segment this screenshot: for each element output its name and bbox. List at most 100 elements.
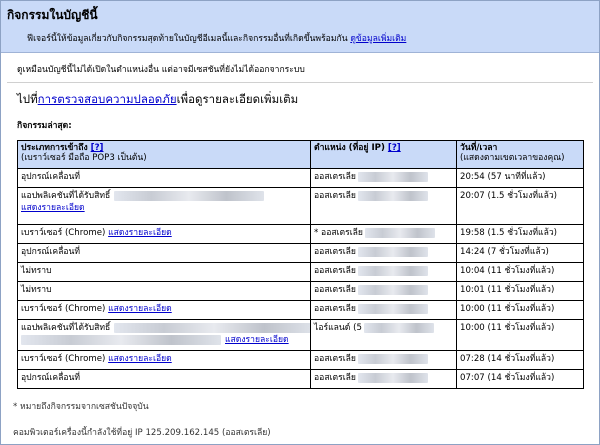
access-type: อุปกรณ์เคลื่อนที่ [21,373,81,383]
table-row: แอปพลิเคชันที่ได้รับสิทธิ์แสดงรายละเอียด… [17,187,584,225]
location-cell: ออสเตรเลีย [310,281,457,301]
table-row: เบราว์เซอร์ (Chrome) แสดงรายละเอียด * ออส… [17,224,584,244]
table-row: อุปกรณ์เคลื่อนที่ ออสเตรเลีย 14:24 (7 ชั่ว… [17,243,584,263]
location-cell: ออสเตรเลีย [310,243,457,263]
table-row: อุปกรณ์เคลื่อนที่ ออสเตรเลีย 20:54 (57 นาท… [17,168,584,188]
redacted-details [21,334,221,345]
security-prefix: ไปที่ [17,92,38,106]
content-area: ดูเหมือนบัญชีนี้ไม่ได้เปิดในตำแหน่งอื่น … [1,62,599,439]
redacted-ip [357,372,428,383]
table-row: แอปพลิเคชันที่ได้รับสิทธิ์แสดงรายละเอียด… [17,319,584,351]
access-type: แอปพลิเคชันที่ได้รับสิทธิ์ [21,191,111,201]
access-type: เบราว์เซอร์ (Chrome) [21,354,106,364]
access-type: อุปกรณ์เคลื่อนที่ [21,247,81,257]
redacted-ip [363,322,434,333]
table-header-row: ประเภทการเข้าถึง [?] (เบราว์เซอร์ มือถือ… [17,140,584,169]
activity-window: กิจกรรมในบัญชีนี้ ฟีเจอร์นี้ให้ข้อมูลเกี… [0,0,600,445]
time-cell: 07:28 (14 ชั่วโมงที่แล้ว) [456,350,584,370]
access-type-cell: อุปกรณ์เคลื่อนที่ [17,168,311,188]
time-cell: 10:01 (11 ชั่วโมงที่แล้ว) [456,281,584,301]
redacted-details [114,190,265,201]
current-session-note: * หมายถึงกิจกรรมจากเซสชันปัจจุบัน [13,402,149,412]
location-text: ออสเตรเลีย [314,285,356,295]
sessions-note: ดูเหมือนบัญชีนี้ไม่ได้เปิดในตำแหน่งอื่น … [17,65,305,75]
time-cell: 14:24 (7 ชั่วโมงที่แล้ว) [456,243,584,263]
access-type: อุปกรณ์เคลื่อนที่ [21,172,81,182]
location-text: ออสเตรเลีย [314,266,356,276]
table-row: ไม่ทราบ ออสเตรเลีย 10:04 (11 ชั่วโมงที่แล้… [17,262,584,282]
current-ip-line: คอมพิวเตอร์เครื่องนี้กำลังใช้ที่อยู่ IP … [13,428,271,438]
redacted-ip [357,171,428,182]
location-text: ออสเตรเลีย [314,247,356,257]
activity-table-body: อุปกรณ์เคลื่อนที่ ออสเตรเลีย 20:54 (57 นาท… [17,168,584,389]
location-cell: ออสเตรเลีย [310,187,457,225]
access-type: เบราว์เซอร์ (Chrome) [21,304,106,314]
location-cell: * ออสเตรเลีย [310,224,457,244]
time-cell: 07:07 (14 ชั่วโมงที่แล้ว) [456,369,584,389]
show-details-link[interactable]: แสดงรายละเอียด [108,228,172,238]
access-type-cell: แอปพลิเคชันที่ได้รับสิทธิ์แสดงรายละเอียด [17,187,311,225]
time-cell: 20:07 (1.5 ชั่วโมงที่แล้ว) [456,187,584,225]
location-cell: ออสเตรเลีย [310,168,457,188]
location-text: ออสเตรเลีย [314,191,356,201]
type-help-link[interactable]: [?] [91,143,104,153]
show-details-link[interactable]: แสดงรายละเอียด [108,354,172,364]
show-details-link[interactable]: แสดงรายละเอียด [225,335,289,345]
access-type: ไม่ทราบ [21,285,52,295]
location-text: ออสเตรเลีย [314,373,356,383]
table-row: ไม่ทราบ ออสเตรเลีย 10:01 (11 ชั่วโมงที่แล้… [17,281,584,301]
security-line: ไปที่การตรวจสอบความปลอดภัยเพื่อดูรายละเอ… [17,91,593,109]
location-text: ออสเตรเลีย [314,304,356,314]
column-header-time: วันที่/เวลา (แสดงตามเขตเวลาของคุณ) [456,140,584,169]
redacted-ip [357,303,428,314]
type-subheader: (เบราว์เซอร์ มือถือ POP3 เป็นต้น) [21,153,147,163]
column-header-location: ตำแหน่ง (ที่อยู่ IP) [?] [310,140,457,169]
activity-table: ประเภทการเข้าถึง [?] (เบราว์เซอร์ มือถือ… [17,140,584,389]
time-subheader: (แสดงตามเขตเวลาของคุณ) [460,153,565,163]
page-description: ฟีเจอร์นี้ให้ข้อมูลเกี่ยวกับกิจกรรมสุดท้… [27,31,593,45]
redacted-ip [357,353,428,364]
location-cell: ไอร์แลนด์ (5 [310,319,457,351]
location-cell: ออสเตรเลีย [310,262,457,282]
page-title: กิจกรรมในบัญชีนี้ [7,8,98,22]
table-row: เบราว์เซอร์ (Chrome) แสดงรายละเอียด ออสเต… [17,300,584,320]
show-details-link[interactable]: แสดงรายละเอียด [108,304,172,314]
redacted-ip [364,227,435,238]
table-row: เบราว์เซอร์ (Chrome) แสดงรายละเอียด ออสเต… [17,350,584,370]
location-text: ออสเตรเลีย [314,354,356,364]
access-type-cell: อุปกรณ์เคลื่อนที่ [17,243,311,263]
access-type-cell: ไม่ทราบ [17,262,311,282]
redacted-ip [357,284,428,295]
divider [7,82,593,83]
description-text: ฟีเจอร์นี้ให้ข้อมูลเกี่ยวกับกิจกรรมสุดท้… [27,34,348,44]
access-type-cell: เบราว์เซอร์ (Chrome) แสดงรายละเอียด [17,300,311,320]
recent-activity-label: กิจกรรมล่าสุด: [17,121,72,131]
security-checkup-link[interactable]: การตรวจสอบความปลอดภัย [38,92,177,106]
location-help-link[interactable]: [?] [388,143,401,153]
more-info-link[interactable]: ดูข้อมูลเพิ่มเติม [350,34,406,44]
access-type-cell: เบราว์เซอร์ (Chrome) แสดงรายละเอียด [17,224,311,244]
redacted-ip [357,265,428,276]
access-type: แอปพลิเคชันที่ได้รับสิทธิ์ [21,323,111,333]
access-type: เบราว์เซอร์ (Chrome) [21,228,106,238]
location-text: ออสเตรเลีย [314,172,356,182]
location-cell: ออสเตรเลีย [310,300,457,320]
show-details-link[interactable]: แสดงรายละเอียด [21,203,85,213]
time-cell: 10:00 (11 ชั่วโมงที่แล้ว) [456,300,584,320]
table-row: อุปกรณ์เคลื่อนที่ ออสเตรเลีย 07:07 (14 ชั่… [17,369,584,389]
location-text: ไอร์แลนด์ (5 [314,323,362,333]
access-type-cell: ไม่ทราบ [17,281,311,301]
security-suffix: เพื่อดูรายละเอียดเพิ่มเติม [176,92,299,106]
time-cell: 20:54 (57 นาทีที่แล้ว) [456,168,584,188]
column-header-type: ประเภทการเข้าถึง [?] (เบราว์เซอร์ มือถือ… [17,140,311,169]
location-text: * ออสเตรเลีย [314,228,363,238]
access-type-cell: เบราว์เซอร์ (Chrome) แสดงรายละเอียด [17,350,311,370]
time-cell: 19:58 (1.5 ชั่วโมงที่แล้ว) [456,224,584,244]
redacted-ip [357,190,428,201]
redacted-details [114,322,310,333]
time-cell: 10:04 (11 ชั่วโมงที่แล้ว) [456,262,584,282]
location-cell: ออสเตรเลีย [310,350,457,370]
time-cell: 10:00 (11 ชั่วโมงที่แล้ว) [456,319,584,351]
redacted-ip [357,246,428,257]
location-cell: ออสเตรเลีย [310,369,457,389]
